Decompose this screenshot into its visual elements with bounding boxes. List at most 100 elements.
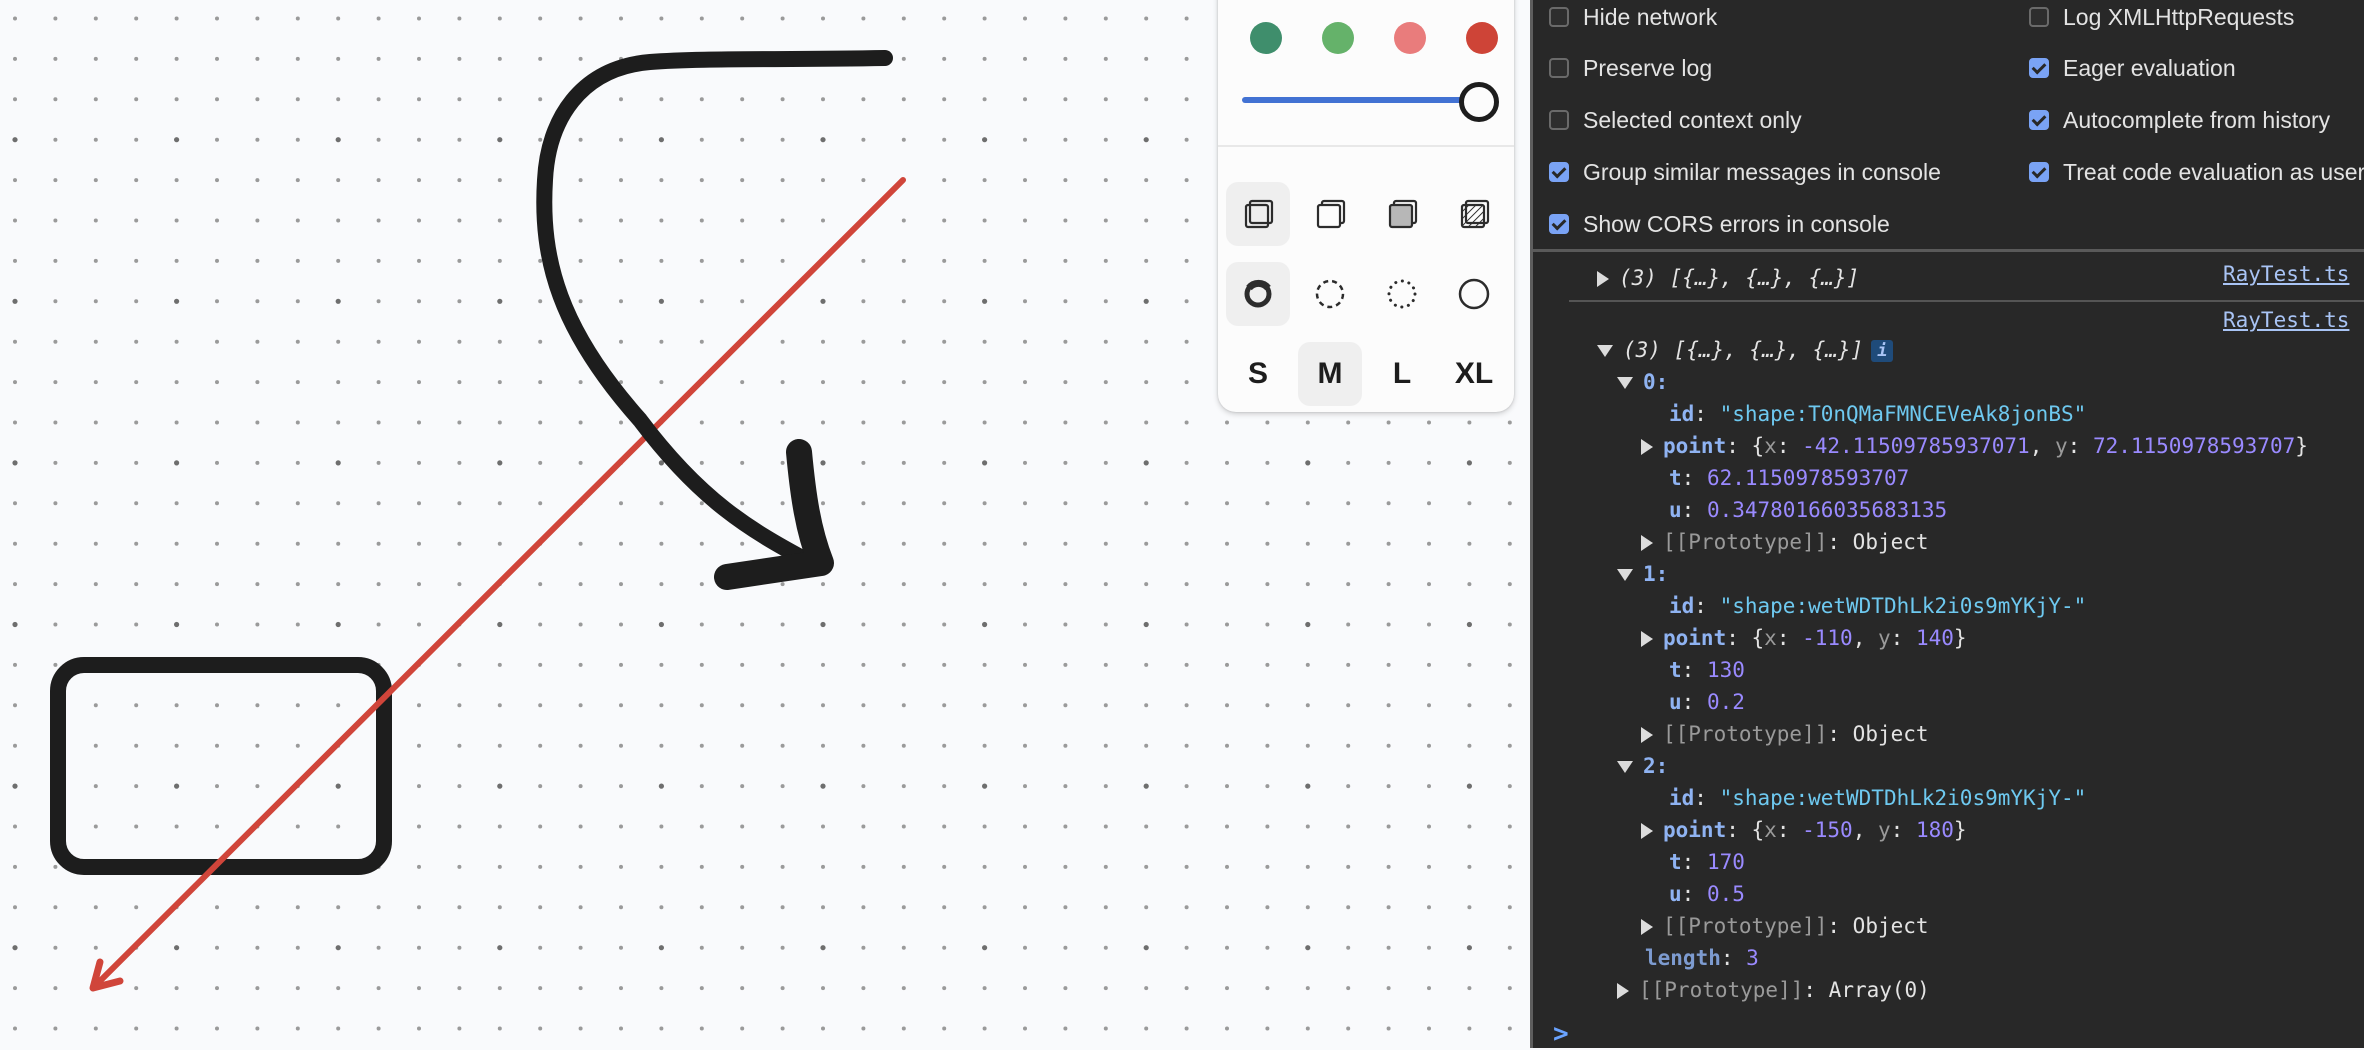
fill-semi-icon (1316, 199, 1346, 229)
source-link[interactable]: RayTest.ts (2223, 304, 2349, 336)
point-x-value: -150 (1802, 818, 1853, 842)
item-index: 2: (1643, 754, 1669, 778)
console-prompt-icon[interactable]: > (1553, 1018, 1569, 1050)
fill-solid-button[interactable] (1370, 182, 1434, 246)
item-id-row: id: "shape:T0nQMaFMNCEVeAk8jonBS" (1669, 402, 2087, 426)
fill-semi-button[interactable] (1298, 182, 1362, 246)
treat-code-eval-checkbox[interactable] (2029, 162, 2049, 182)
source-link[interactable]: RayTest.ts (2223, 258, 2349, 290)
expand-triangle-icon[interactable] (1641, 823, 1653, 839)
red-arrow-shaft (92, 177, 906, 989)
t-value: 62.1150978593707 (1706, 466, 1910, 490)
expand-triangle-icon[interactable] (1641, 439, 1653, 455)
item-point-row[interactable]: point: {x: -110, y: 140} (1641, 622, 1967, 654)
array-length-row: length: 3 (1645, 946, 1759, 970)
size-l-button[interactable]: L (1370, 342, 1434, 406)
expand-triangle-icon[interactable] (1641, 919, 1653, 935)
dash-dashed-icon (1315, 279, 1345, 309)
expand-triangle-icon[interactable] (1597, 271, 1609, 287)
item-u-row: u: 0.5 (1669, 882, 1745, 906)
info-badge-icon[interactable]: i (1871, 340, 1894, 362)
setting-show-cors-errors[interactable]: Show CORS errors in console (1549, 207, 1890, 241)
setting-log-xhr[interactable]: Log XMLHttpRequests (2029, 0, 2294, 34)
u-value: 0.2 (1706, 690, 1745, 714)
settings-console-divider (1533, 249, 2364, 252)
drawing-canvas[interactable]: S M L XL (0, 0, 1530, 1048)
group-similar-label: Group similar messages in console (1583, 158, 1941, 185)
dash-dotted-icon (1387, 279, 1417, 309)
size-xl-button[interactable]: XL (1442, 342, 1506, 406)
expand-triangle-icon[interactable] (1617, 983, 1629, 999)
selected-context-only-label: Selected context only (1583, 106, 1802, 133)
show-cors-errors-checkbox[interactable] (1549, 214, 1569, 234)
console-message-expanded[interactable]: (3) [{…}, {…}, {…}] i (1597, 334, 1894, 366)
message-summary: (3) [{…}, {…}, {…}] (1619, 266, 1860, 290)
setting-autocomplete-history[interactable]: Autocomplete from history (2029, 103, 2330, 137)
autocomplete-history-label: Autocomplete from history (2063, 106, 2331, 133)
setting-group-similar[interactable]: Group similar messages in console (1549, 155, 1941, 189)
expand-triangle-icon[interactable] (1641, 631, 1653, 647)
setting-preserve-log[interactable]: Preserve log (1549, 51, 1712, 85)
dash-draw-button[interactable] (1226, 262, 1290, 326)
devtools-console-panel: Hide network Preserve log Selected conte… (1530, 0, 2364, 1050)
fill-pattern-button[interactable] (1442, 182, 1506, 246)
message-divider (1569, 300, 2364, 302)
item-t-row: t: 130 (1669, 658, 1745, 682)
collapse-triangle-icon[interactable] (1597, 345, 1613, 357)
item-t-row: t: 62.1150978593707 (1669, 466, 1910, 490)
opacity-slider[interactable] (1242, 80, 1499, 122)
item-u-row: u: 0.34780166035683135 (1669, 498, 1948, 522)
log-xhr-label: Log XMLHttpRequests (2063, 3, 2295, 30)
dash-solid-button[interactable] (1442, 262, 1506, 326)
item-prototype-row[interactable]: [[Prototype]]: Object (1641, 718, 1929, 750)
dash-dashed-button[interactable] (1298, 262, 1362, 326)
message-summary: (3) [{…}, {…}, {…}] (1623, 338, 1864, 362)
collapse-triangle-icon[interactable] (1617, 377, 1633, 389)
autocomplete-history-checkbox[interactable] (2029, 110, 2049, 130)
hide-network-label: Hide network (1583, 3, 1718, 30)
array-item-2[interactable]: 2: (1617, 750, 1668, 782)
item-point-row[interactable]: point: {x: -150, y: 180} (1641, 814, 1967, 846)
fill-none-button[interactable] (1226, 182, 1290, 246)
group-similar-checkbox[interactable] (1549, 162, 1569, 182)
item-prototype-row[interactable]: [[Prototype]]: Object (1641, 526, 1929, 558)
array-item-1[interactable]: 1: (1617, 558, 1668, 590)
setting-eager-evaluation[interactable]: Eager evaluation (2029, 51, 2236, 85)
log-xhr-checkbox[interactable] (2029, 7, 2049, 27)
item-prototype-row[interactable]: [[Prototype]]: Object (1641, 910, 1929, 942)
setting-treat-code-eval[interactable]: Treat code evaluation as user action (2029, 155, 2364, 189)
collapse-triangle-icon[interactable] (1617, 569, 1633, 581)
array-item-0[interactable]: 0: (1617, 366, 1668, 398)
setting-hide-network[interactable]: Hide network (1549, 0, 1717, 34)
array-prototype-row[interactable]: [[Prototype]]: Array(0) (1617, 974, 1930, 1006)
color-swatch-light-green[interactable] (1322, 22, 1354, 54)
item-id-row: id: "shape:wetWDTDhLk2i0s9mYKjY-" (1669, 594, 2087, 618)
black-rectangle[interactable] (50, 657, 392, 875)
selected-context-only-checkbox[interactable] (1549, 110, 1569, 130)
dash-solid-icon (1458, 278, 1490, 310)
color-swatch-light-red[interactable] (1394, 22, 1426, 54)
item-point-row[interactable]: point: {x: -42.11509785937071, y: 72.115… (1641, 430, 2308, 462)
collapse-triangle-icon[interactable] (1617, 761, 1633, 773)
id-value: "shape:wetWDTDhLk2i0s9mYKjY-" (1719, 594, 2087, 618)
hide-network-checkbox[interactable] (1549, 7, 1569, 27)
preserve-log-checkbox[interactable] (1549, 58, 1569, 78)
color-swatch-red[interactable] (1466, 22, 1498, 54)
console-message-collapsed[interactable]: (3) [{…}, {…}, {…}] (1597, 262, 1859, 294)
setting-selected-context-only[interactable]: Selected context only (1549, 103, 1802, 137)
size-m-button[interactable]: M (1298, 342, 1362, 406)
size-s-button[interactable]: S (1226, 342, 1290, 406)
opacity-slider-track[interactable] (1242, 97, 1470, 103)
expand-triangle-icon[interactable] (1641, 727, 1653, 743)
eager-evaluation-checkbox[interactable] (2029, 58, 2049, 78)
opacity-slider-thumb[interactable] (1459, 82, 1499, 122)
t-value: 170 (1706, 850, 1745, 874)
red-straight-arrow[interactable] (89, 177, 906, 992)
black-curved-arrow[interactable] (536, 50, 893, 590)
dash-dotted-button[interactable] (1370, 262, 1434, 326)
fill-solid-icon (1388, 199, 1418, 229)
item-id-row: id: "shape:wetWDTDhLk2i0s9mYKjY-" (1669, 786, 2087, 810)
color-swatch-green[interactable] (1250, 22, 1282, 54)
expand-triangle-icon[interactable] (1641, 535, 1653, 551)
eager-evaluation-label: Eager evaluation (2063, 54, 2236, 81)
